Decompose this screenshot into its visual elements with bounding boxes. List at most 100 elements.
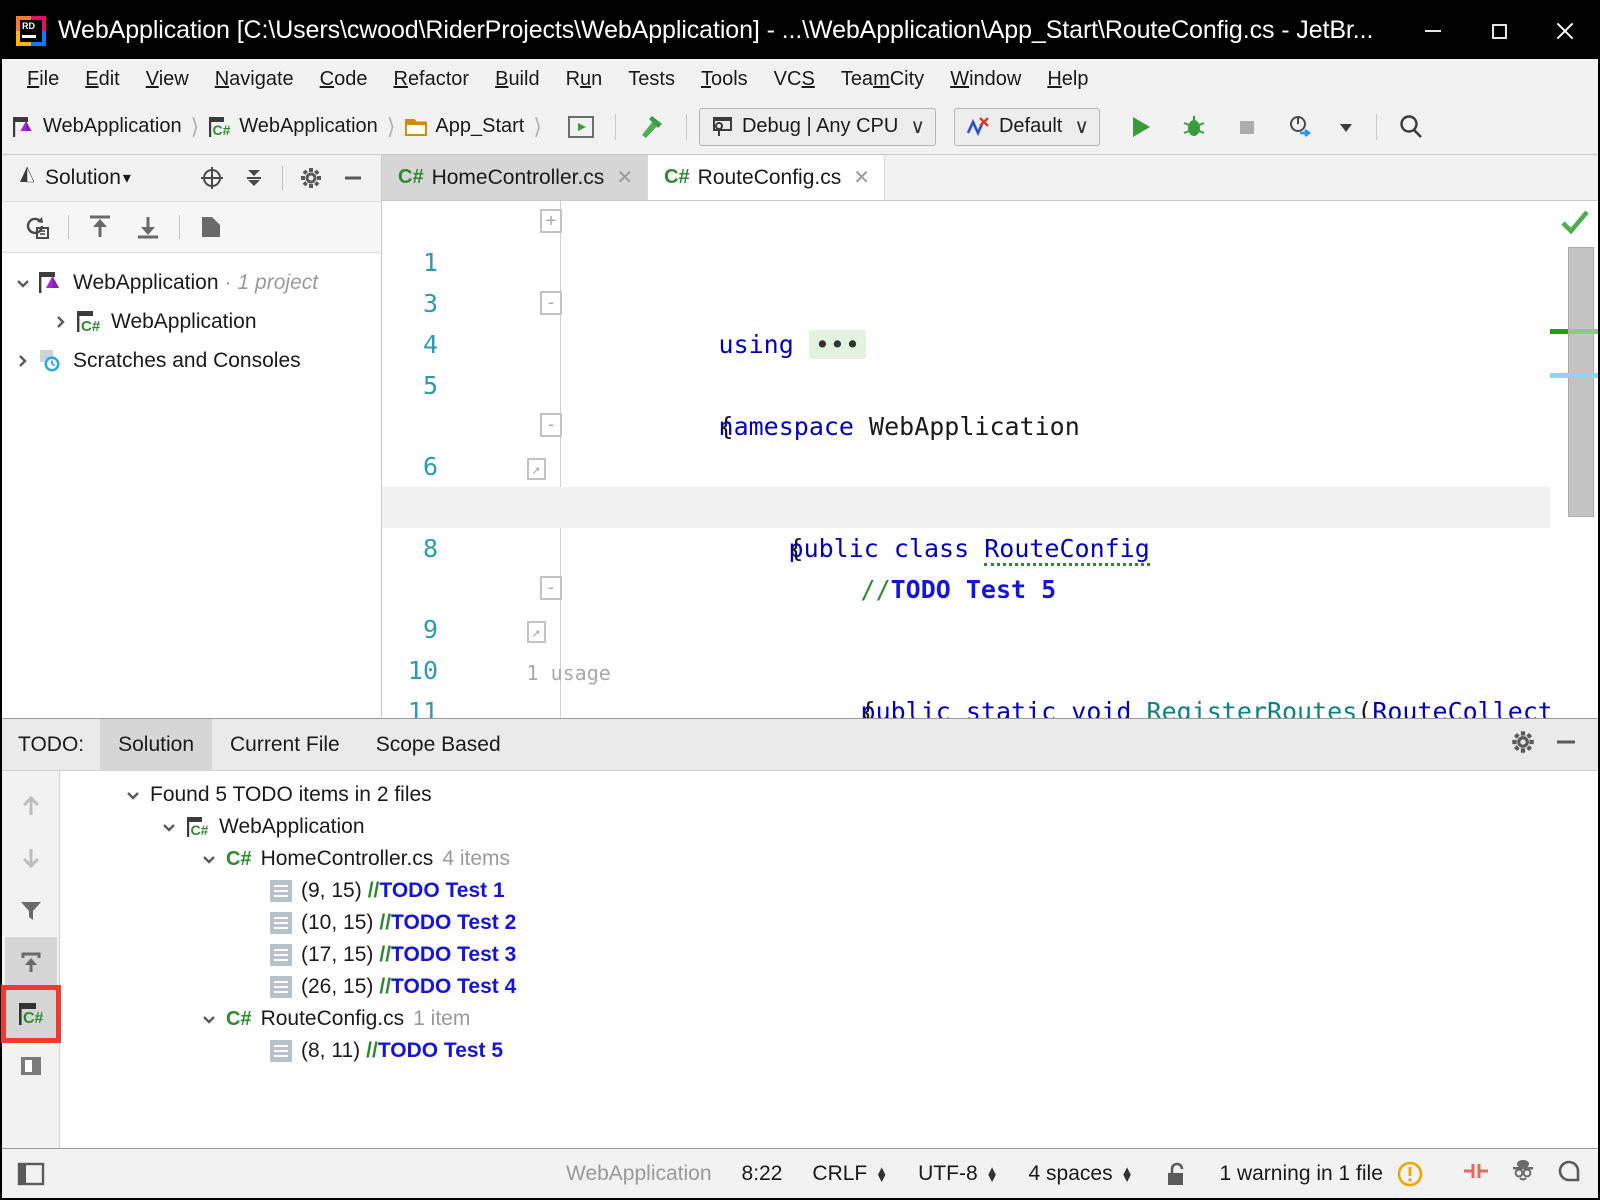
code-usage-hint-method[interactable]: ↗ 1 usage xyxy=(382,528,1598,685)
status-indent[interactable]: 4 spaces ▲ ▼ xyxy=(1029,1162,1134,1186)
next-occurrence-icon[interactable] xyxy=(5,833,57,883)
menu-vcs[interactable]: VCS xyxy=(761,68,828,91)
ok-check-icon[interactable] xyxy=(1558,207,1592,243)
tree-node-scratches[interactable]: Scratches and Consoles xyxy=(2,341,381,380)
menu-code[interactable]: Code xyxy=(307,68,381,91)
tab-home-controller[interactable]: C# HomeController.cs ✕ xyxy=(382,155,649,200)
solution-panel-chevron-icon[interactable]: ▾ xyxy=(123,168,131,188)
todo-tab-solution[interactable]: Solution xyxy=(100,718,213,771)
close-icon[interactable]: ✕ xyxy=(616,165,633,190)
tab-route-config[interactable]: C# RouteConfig.cs ✕ xyxy=(648,155,885,200)
refresh-icon[interactable] xyxy=(14,205,60,249)
chevron-down-icon-2[interactable] xyxy=(152,818,186,836)
chevron-down-icon-3[interactable] xyxy=(192,850,226,868)
status-encoding[interactable]: UTF-8 ▲ ▼ xyxy=(918,1162,998,1186)
maximize-button[interactable] xyxy=(1466,2,1532,59)
tree-node-project[interactable]: C# WebApplication xyxy=(2,302,381,341)
notifications-icon[interactable] xyxy=(1554,1156,1584,1192)
todo-file-row-route-config[interactable]: C# RouteConfig.cs 1 item xyxy=(60,1003,1598,1035)
editor-scrollbar-thumb[interactable] xyxy=(1568,247,1594,517)
menu-tools[interactable]: Tools xyxy=(688,68,761,91)
chevron-right-icon[interactable] xyxy=(46,313,76,331)
menu-navigate[interactable]: Navigate xyxy=(202,68,307,91)
layout-icon[interactable] xyxy=(2,1160,60,1188)
todo-tab-scope-based[interactable]: Scope Based xyxy=(358,719,519,771)
chevron-right-icon-2[interactable] xyxy=(8,352,38,370)
group-by-project-icon[interactable]: C# xyxy=(0,985,61,1043)
stop-button[interactable] xyxy=(1226,113,1268,141)
code-usage-hint-class[interactable]: ↗ 1 usage xyxy=(382,365,1598,522)
todo-project-row[interactable]: C# WebApplication xyxy=(60,811,1598,843)
menu-file[interactable]: File xyxy=(14,68,72,91)
preview-icon[interactable] xyxy=(5,1041,57,1091)
todo-header-actions xyxy=(1508,727,1598,763)
breadcrumb-project[interactable]: C# WebApplication xyxy=(208,115,378,139)
todo-file-row-home-controller[interactable]: C# HomeController.cs 4 items xyxy=(60,843,1598,875)
menu-view[interactable]: View xyxy=(133,68,202,91)
spinner-icon-2[interactable]: ▲ ▼ xyxy=(986,1164,999,1184)
menu-edit[interactable]: Edit xyxy=(72,68,132,91)
chevron-down-icon[interactable] xyxy=(8,274,38,292)
run-button[interactable] xyxy=(1118,112,1162,142)
menu-tests[interactable]: Tests xyxy=(615,68,688,91)
menu-refactor[interactable]: Refactor xyxy=(380,68,482,91)
close-button[interactable] xyxy=(1532,2,1598,59)
todo-item-row[interactable]: (17, 15) //TODO Test 3 xyxy=(60,939,1598,971)
spinner-icon[interactable]: ▲ ▼ xyxy=(875,1164,888,1184)
filter-icon[interactable] xyxy=(5,885,57,935)
menu-run[interactable]: Run xyxy=(553,68,616,91)
fold-marker-plus[interactable]: + xyxy=(540,209,562,233)
expand-all-icon[interactable] xyxy=(4,937,57,987)
previous-occurrence-icon[interactable] xyxy=(5,781,57,831)
menu-build[interactable]: Build xyxy=(482,68,552,91)
upload-icon[interactable] xyxy=(77,205,123,249)
configuration-selector[interactable]: Debug | Any CPU ∨ xyxy=(698,107,936,146)
chevron-down-icon[interactable] xyxy=(116,786,150,804)
fold-marker-method[interactable]: - xyxy=(540,576,562,600)
todo-item-row[interactable]: (26, 15) //TODO Test 4 xyxy=(60,971,1598,1003)
collapse-all-icon[interactable] xyxy=(234,158,274,198)
todo-item-row[interactable]: (9, 15) //TODO Test 1 xyxy=(60,875,1598,907)
spinner-icon-3[interactable]: ▲ ▼ xyxy=(1121,1164,1134,1184)
download-icon[interactable] xyxy=(125,205,171,249)
settings-icon[interactable] xyxy=(1508,727,1538,763)
minimize-button[interactable] xyxy=(1400,2,1466,59)
hide-panel-icon[interactable] xyxy=(1552,728,1580,762)
run-configuration-selector[interactable]: Default ∨ xyxy=(953,107,1100,146)
profile-button[interactable] xyxy=(1278,112,1322,142)
locate-icon[interactable] xyxy=(192,158,232,198)
menu-help[interactable]: Help xyxy=(1034,68,1101,91)
solution-panel-title: Solution xyxy=(45,166,121,189)
detective-icon[interactable] xyxy=(1508,1156,1538,1192)
todo-item-row[interactable]: (10, 15) //TODO Test 2 xyxy=(60,907,1598,939)
hammer-icon[interactable] xyxy=(628,112,674,142)
editor-marker-bar[interactable] xyxy=(1550,201,1598,718)
code-editor[interactable]: 1 + using ••• 3 4 - namespace WebApplica… xyxy=(382,201,1598,718)
todo-tab-current-file[interactable]: Current File xyxy=(212,719,358,771)
debug-button[interactable] xyxy=(1172,112,1216,142)
menu-teamcity[interactable]: TeamCity xyxy=(828,68,937,91)
status-line-separator[interactable]: CRLF ▲ ▼ xyxy=(812,1162,888,1186)
search-icon[interactable] xyxy=(1389,112,1433,142)
folder-icon xyxy=(404,115,428,139)
breadcrumb-solution[interactable]: WebApplication xyxy=(12,115,182,139)
csharp-file-icon: C# xyxy=(226,847,252,870)
dropdown-icon[interactable] xyxy=(1328,116,1364,138)
unlocked-icon[interactable] xyxy=(1163,1160,1189,1188)
menu-window[interactable]: Window xyxy=(937,68,1034,91)
todo-item-row[interactable]: (8, 11) //TODO Test 5 xyxy=(60,1035,1598,1067)
fold-marker-namespace[interactable]: - xyxy=(540,291,562,315)
status-caret-position[interactable]: 8:22 xyxy=(742,1162,783,1186)
hide-panel-icon[interactable] xyxy=(333,158,373,198)
tree-node-solution[interactable]: WebApplication · 1 project xyxy=(2,263,381,302)
chevron-down-icon-4[interactable] xyxy=(192,1010,226,1028)
breadcrumb-folder[interactable]: App_Start xyxy=(404,115,524,139)
status-warning[interactable]: 1 warning in 1 file xyxy=(1219,1159,1424,1189)
breakpoints-icon[interactable] xyxy=(1460,1158,1492,1190)
todo-summary-row[interactable]: Found 5 TODO items in 2 files xyxy=(60,779,1598,811)
settings-icon[interactable] xyxy=(291,158,331,198)
properties-icon[interactable] xyxy=(188,205,234,249)
run-file-icon[interactable] xyxy=(559,113,603,141)
fold-marker-class[interactable]: - xyxy=(540,413,562,437)
close-icon-2[interactable]: ✕ xyxy=(853,165,870,190)
